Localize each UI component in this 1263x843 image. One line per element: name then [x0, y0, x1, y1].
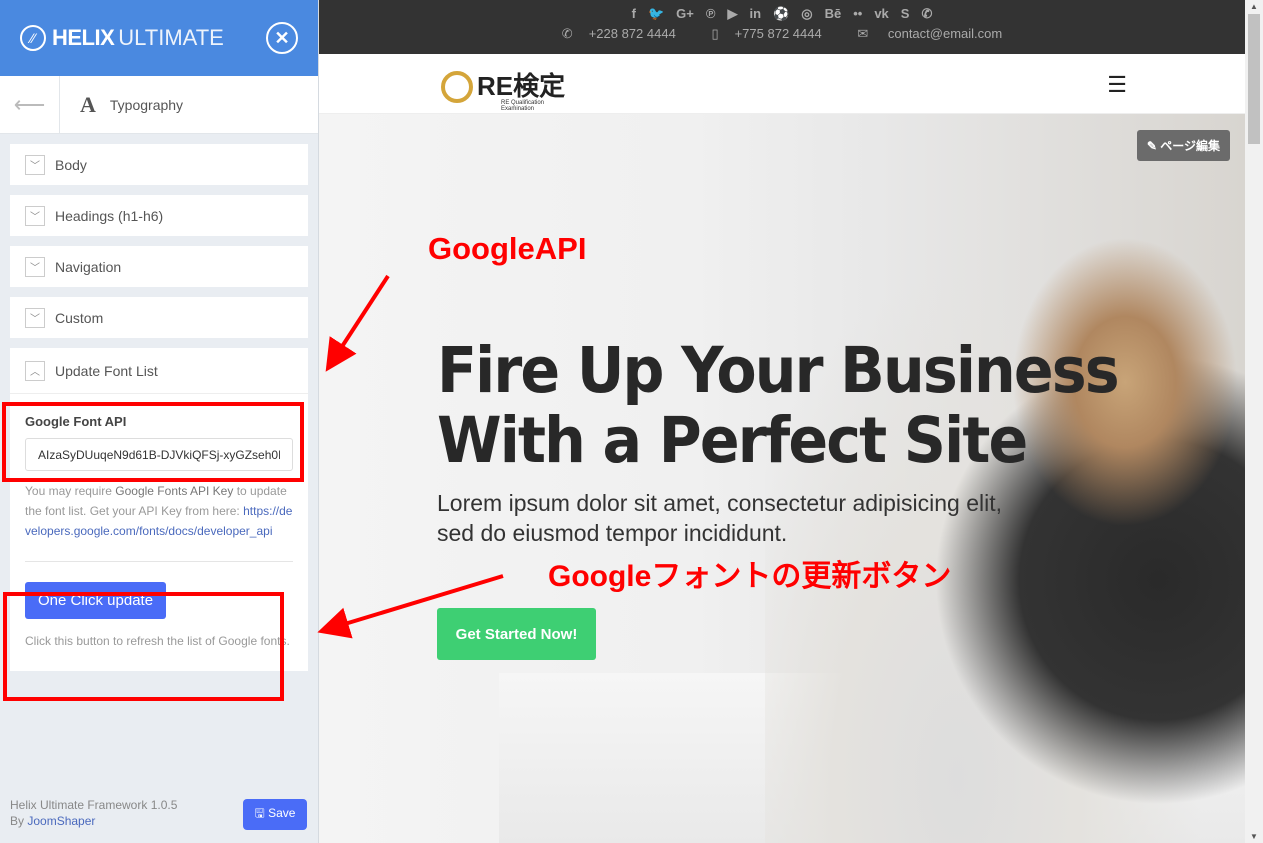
- arrow-to-api: [325, 274, 390, 372]
- annotation-arrows: [317, 274, 504, 639]
- arrow-to-update: [317, 574, 504, 639]
